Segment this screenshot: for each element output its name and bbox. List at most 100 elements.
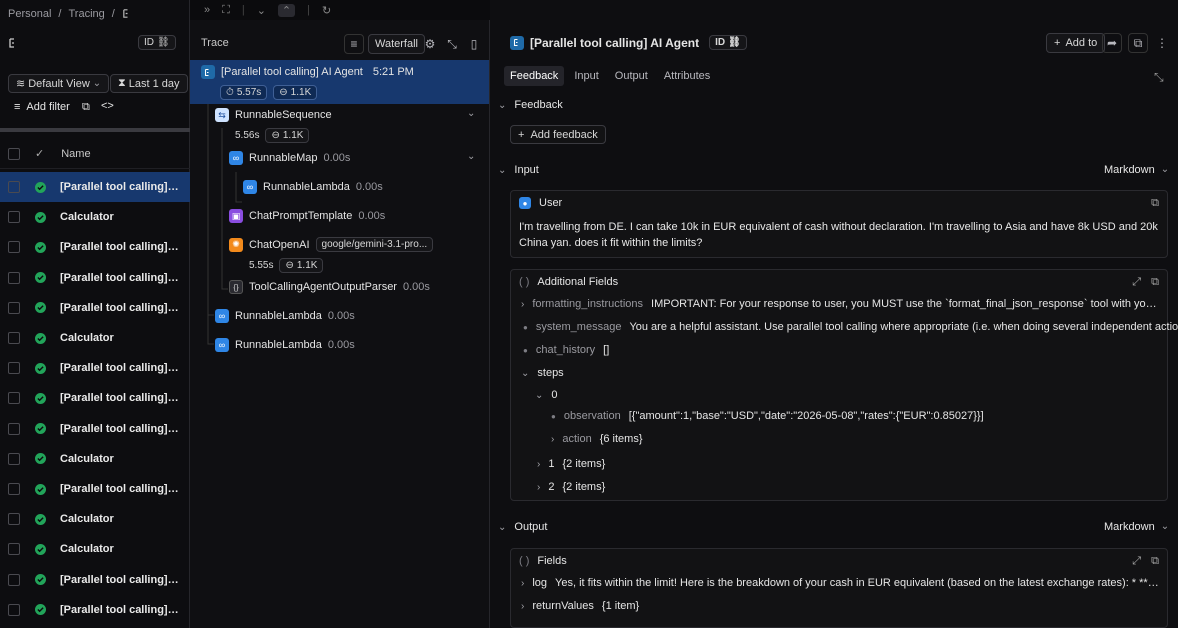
additional-fields-card: ( ) Additional Fields ⤢ ⧉ › formatting_ins… bbox=[510, 269, 1178, 501]
expand-panel-icon[interactable]: » bbox=[204, 4, 210, 16]
trace-node-runnable-lambda[interactable]: ∞ RunnableLambda 0.00s bbox=[215, 309, 355, 323]
chevron-down-icon[interactable]: ⌄ bbox=[257, 4, 266, 17]
trace-node-runnable-map[interactable]: ∞ RunnableMap 0.00s bbox=[229, 151, 350, 165]
add-filter-button[interactable]: ≡ Add filter bbox=[14, 101, 70, 113]
row-checkbox[interactable] bbox=[8, 483, 20, 495]
field-steps-2[interactable]: › 2 {2 items} bbox=[537, 481, 605, 493]
table-row[interactable]: [Parallel tool calling] AI A... bbox=[0, 383, 190, 413]
breadcrumb: Personal / Tracing / bbox=[8, 8, 133, 20]
row-checkbox[interactable] bbox=[8, 241, 20, 254]
tab-attributes[interactable]: Attributes bbox=[658, 66, 716, 86]
refresh-icon[interactable]: ↻ bbox=[322, 4, 331, 17]
runs-panel: Personal / Tracing / ID ⛓ ≋ Default View ⌄ … bbox=[0, 0, 190, 628]
share-icon[interactable]: ➦ bbox=[1102, 33, 1122, 53]
layers-icon: ≋ bbox=[16, 78, 26, 90]
trace-node-runnable-sequence[interactable]: ⇆ RunnableSequence bbox=[215, 108, 332, 122]
trace-node-chat-openai[interactable]: ✺ ChatOpenAI google/gemini-3.1-pro... bbox=[229, 237, 434, 252]
chevron-down-icon[interactable]: ⌄ bbox=[467, 151, 475, 162]
table-row[interactable]: Calculator bbox=[0, 323, 190, 353]
input-format-select[interactable]: Markdown ⌄ bbox=[1104, 164, 1169, 176]
field-return-values[interactable]: › returnValues {1 item} bbox=[521, 600, 639, 612]
add-feedback-button[interactable]: + Add feedback bbox=[510, 125, 606, 144]
table-row[interactable]: [Parallel tool calling] AI A... bbox=[0, 172, 190, 202]
tab-output[interactable]: Output bbox=[609, 66, 654, 86]
row-checkbox[interactable] bbox=[8, 181, 20, 193]
field-log[interactable]: › log Yes, it fits within the limit! Here … bbox=[521, 577, 1161, 589]
table-row[interactable]: [Parallel tool calling] AI A... bbox=[0, 232, 190, 262]
row-checkbox[interactable] bbox=[8, 332, 20, 344]
copy-icon[interactable]: ⧉ bbox=[1151, 555, 1159, 568]
field-steps-1[interactable]: › 1 {2 items} bbox=[537, 458, 605, 470]
breadcrumb-tracing[interactable]: Tracing bbox=[68, 8, 104, 20]
breadcrumb-personal[interactable]: Personal bbox=[8, 8, 51, 20]
row-checkbox[interactable] bbox=[8, 452, 20, 465]
input-section-header[interactable]: ⌄ Input bbox=[498, 164, 539, 176]
chevron-right-icon: › bbox=[521, 298, 525, 310]
table-row[interactable]: [Parallel tool calling] AI A... bbox=[0, 565, 190, 595]
field-steps-0[interactable]: ⌄ 0 bbox=[535, 389, 558, 401]
link-icon: ∞ bbox=[215, 338, 229, 352]
settings-icon[interactable]: ⚙ bbox=[420, 34, 440, 54]
table-row[interactable]: [Parallel tool calling] AI A... bbox=[0, 414, 190, 444]
trace-node-output-parser[interactable]: {} ToolCallingAgentOutputParser 0.00s bbox=[229, 280, 430, 294]
view-selector[interactable]: ≋ Default View ⌄ bbox=[8, 74, 110, 93]
copy-icon[interactable]: ⧉ bbox=[82, 101, 90, 114]
row-checkbox[interactable] bbox=[8, 301, 20, 314]
chevron-down-icon[interactable]: ⌄ bbox=[467, 108, 475, 119]
row-checkbox[interactable] bbox=[8, 392, 20, 405]
panel-icon[interactable]: ▯ bbox=[464, 34, 484, 54]
field-formatting-instructions[interactable]: › formatting_instructions IMPORTANT: For y… bbox=[521, 298, 1161, 310]
expand-icon[interactable]: ⤢ bbox=[1132, 276, 1141, 289]
output-format-select[interactable]: Markdown ⌄ bbox=[1104, 521, 1169, 533]
copy-icon[interactable]: ⧉ bbox=[1151, 276, 1159, 289]
tab-input[interactable]: Input bbox=[568, 66, 604, 86]
copy-icon[interactable]: ⧉ bbox=[1151, 197, 1159, 210]
expand-icon[interactable]: ⤢ bbox=[1132, 555, 1141, 568]
filter-icon[interactable]: ≡ bbox=[344, 34, 364, 54]
tab-feedback[interactable]: Feedback bbox=[504, 66, 565, 86]
row-checkbox[interactable] bbox=[8, 422, 20, 435]
field-steps[interactable]: ⌄ steps bbox=[521, 367, 564, 379]
fullscreen-icon[interactable]: ⛶ bbox=[222, 4, 230, 17]
table-row[interactable]: [Parallel tool calling] AI A... bbox=[0, 353, 190, 383]
time-range-selector[interactable]: ⧗ Last 1 day bbox=[110, 74, 188, 93]
collapse-icon[interactable]: ⤡ bbox=[442, 34, 462, 54]
row-checkbox[interactable] bbox=[8, 362, 20, 375]
table-row[interactable]: [Parallel tool calling] AI A... bbox=[0, 263, 190, 293]
chevron-up-icon[interactable]: ⌃ bbox=[277, 3, 296, 17]
run-name: [Parallel tool calling] AI A... bbox=[60, 603, 180, 616]
tree-icon bbox=[8, 37, 20, 49]
name-column-header[interactable]: Name bbox=[61, 148, 90, 160]
sequence-icon: ⇆ bbox=[215, 108, 229, 122]
add-to-button[interactable]: + Add to bbox=[1046, 33, 1106, 53]
row-checkbox[interactable] bbox=[8, 271, 20, 284]
table-row[interactable]: Calculator bbox=[0, 504, 190, 534]
trace-node-chat-prompt-template[interactable]: ▣ ChatPromptTemplate 0.00s bbox=[229, 209, 385, 223]
code-icon[interactable]: <> bbox=[101, 100, 114, 112]
row-checkbox[interactable] bbox=[8, 603, 20, 616]
field-action[interactable]: › action {6 items} bbox=[551, 433, 643, 445]
table-row[interactable]: Calculator bbox=[0, 202, 190, 232]
row-checkbox[interactable] bbox=[8, 211, 20, 224]
horizontal-scrollbar[interactable] bbox=[0, 128, 190, 132]
user-message-card: ● User ⧉ I'm travelling from DE. I can t… bbox=[510, 190, 1168, 258]
trace-node-runnable-lambda[interactable]: ∞ RunnableLambda 0.00s bbox=[215, 338, 355, 352]
table-row[interactable]: [Parallel tool calling] AI A... bbox=[0, 595, 190, 625]
feedback-section-header[interactable]: ⌄ Feedback bbox=[498, 99, 563, 111]
table-row[interactable]: [Parallel tool calling] AI A... bbox=[0, 293, 190, 323]
more-icon[interactable]: ⋮ bbox=[1152, 33, 1172, 53]
table-row[interactable]: Calculator bbox=[0, 534, 190, 564]
output-section-header[interactable]: ⌄ Output bbox=[498, 521, 547, 533]
id-badge[interactable]: ID ⛓ bbox=[709, 35, 747, 50]
trace-node-runnable-lambda[interactable]: ∞ RunnableLambda 0.00s bbox=[243, 180, 383, 194]
row-checkbox[interactable] bbox=[8, 513, 20, 526]
table-row[interactable]: Calculator bbox=[0, 444, 190, 474]
select-all-checkbox[interactable] bbox=[8, 147, 20, 160]
waterfall-toggle[interactable]: Waterfall bbox=[368, 34, 425, 54]
table-row[interactable]: [Parallel tool calling] AI A... bbox=[0, 474, 190, 504]
id-badge[interactable]: ID ⛓ bbox=[138, 35, 176, 50]
collapse-icon[interactable]: ⤡ bbox=[1154, 70, 1164, 85]
row-checkbox[interactable] bbox=[8, 543, 20, 556]
row-checkbox[interactable] bbox=[8, 573, 20, 586]
copy-icon[interactable]: ⧉ bbox=[1128, 33, 1148, 53]
